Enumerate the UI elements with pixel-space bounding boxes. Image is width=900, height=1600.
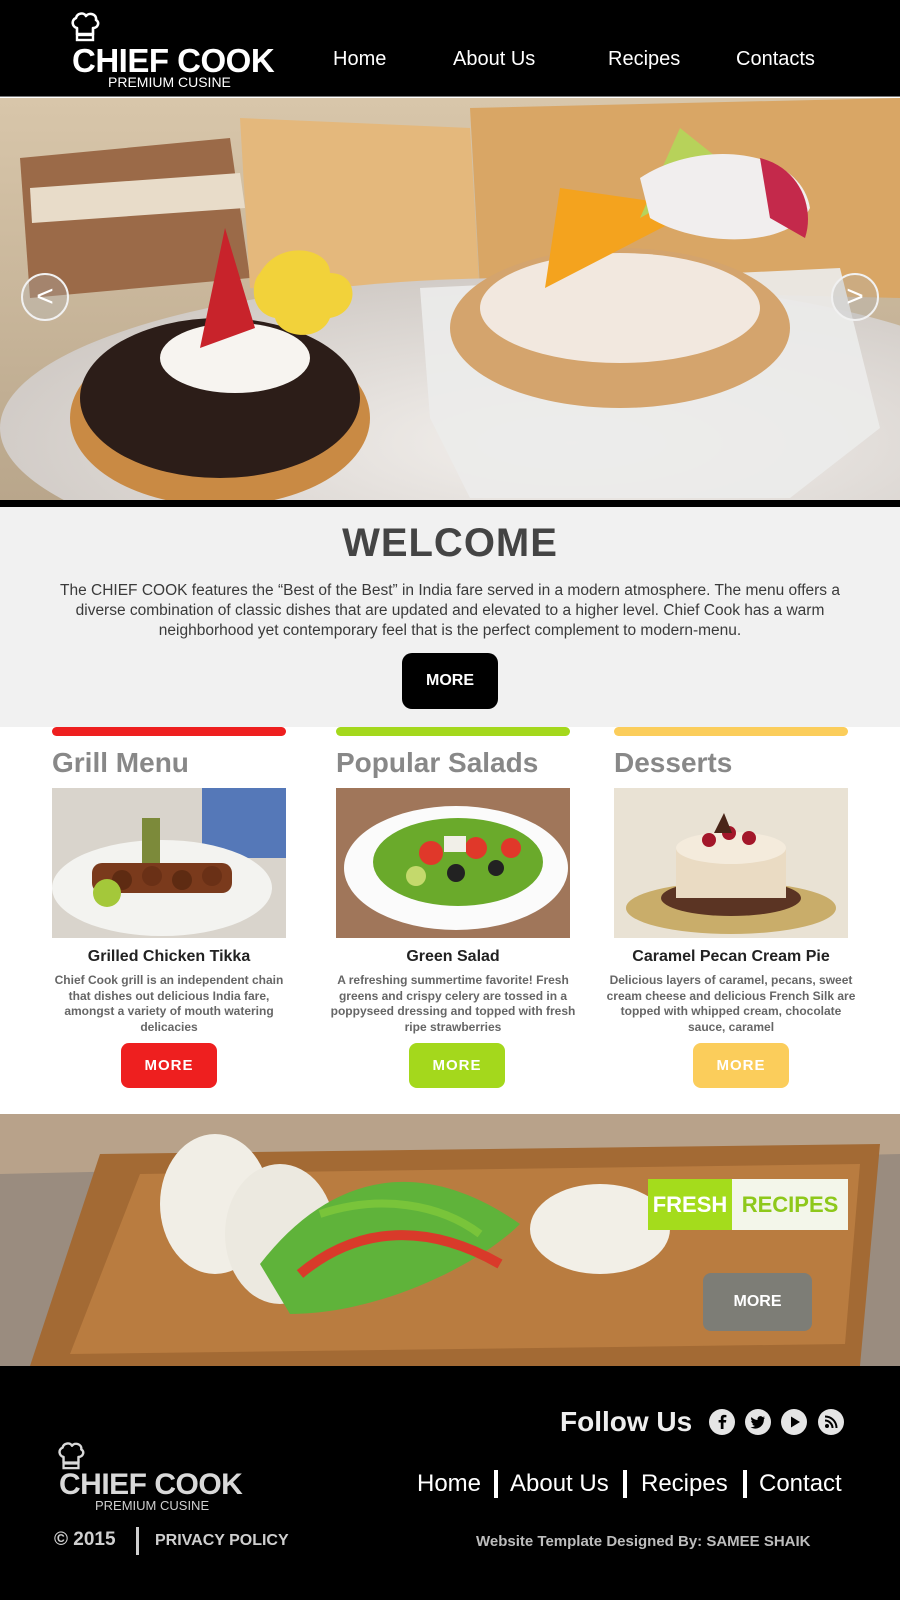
copyright-text: © 2015 xyxy=(54,1529,116,1550)
footer-logo[interactable]: CHIEF COOK PREMIUM CUSINE xyxy=(55,1440,275,1520)
welcome-title: WELCOME xyxy=(342,521,558,565)
nav-contacts[interactable]: Contacts xyxy=(736,48,815,71)
grill-menu-description: Chief Cook grill is an independent chain… xyxy=(54,973,284,1034)
desserts-heading: Desserts xyxy=(614,747,733,778)
popular-salads-accent-bar xyxy=(336,727,570,736)
grill-menu-photo[interactable] xyxy=(52,788,286,938)
fresh-word: FRESH xyxy=(648,1179,732,1230)
grill-menu-more-button[interactable]: MORE xyxy=(121,1043,217,1088)
popular-salads-photo[interactable] xyxy=(336,788,570,938)
desserts-item-title: Caramel Pecan Cream Pie xyxy=(632,948,830,965)
desserts-accent-bar xyxy=(614,727,848,736)
grill-menu-accent-bar xyxy=(52,727,286,736)
hero-pastries-illustration xyxy=(0,98,900,500)
youtube-icon[interactable] xyxy=(781,1409,807,1435)
popular-salads-heading: Popular Salads xyxy=(336,747,539,778)
nav-home[interactable]: Home xyxy=(333,48,386,71)
desserts-more-button[interactable]: MORE xyxy=(693,1043,789,1088)
popular-salads-more-button[interactable]: MORE xyxy=(409,1043,505,1088)
popular-salads-item-title: Green Salad xyxy=(406,948,500,965)
privacy-policy-link[interactable]: PRIVACY POLICY xyxy=(155,1532,289,1550)
popular-salads-card: Popular Salads Green Salad A refreshing … xyxy=(331,727,575,1088)
popular-salads-description: A refreshing summertime favorite! Fresh … xyxy=(330,973,576,1034)
fresh-recipes-more-button[interactable]: MORE xyxy=(703,1273,812,1331)
grill-menu-card: Grill Menu Grilled Chicken Tikka Chief C… xyxy=(52,727,286,1088)
recipes-word: RECIPES xyxy=(732,1179,848,1230)
desserts-card: Desserts Caramel Pecan Cream Pie Delicio… xyxy=(607,727,855,1088)
hero-slider-image xyxy=(0,98,900,500)
footer-brand-name: CHIEF COOK xyxy=(59,1468,243,1501)
footer-link-contact[interactable]: Contact xyxy=(759,1470,842,1498)
welcome-more-button[interactable]: MORE xyxy=(402,653,498,709)
footer-link-separator xyxy=(743,1470,747,1498)
fresh-recipes-label: FRESH RECIPES xyxy=(648,1179,848,1230)
desserts-description: Delicious layers of caramel, pecans, swe… xyxy=(606,973,856,1034)
twitter-icon[interactable] xyxy=(745,1409,771,1435)
nav-recipes[interactable]: Recipes xyxy=(608,48,680,71)
facebook-icon[interactable] xyxy=(709,1409,735,1435)
logo-tagline: PREMIUM CUSINE xyxy=(108,74,231,90)
nav-about-us[interactable]: About Us xyxy=(453,48,535,71)
rss-icon[interactable] xyxy=(818,1409,844,1435)
footer-link-about-us[interactable]: About Us xyxy=(510,1470,609,1498)
grill-menu-heading: Grill Menu xyxy=(52,747,189,778)
copyright-separator xyxy=(136,1527,139,1555)
slider-prev-button[interactable]: < xyxy=(21,273,69,321)
designer-credit: Website Template Designed By: SAMEE SHAI… xyxy=(476,1533,811,1550)
site-header: CHIEF COOK PREMIUM CUSINE Home About Us … xyxy=(0,0,900,97)
hero-divider xyxy=(0,500,900,507)
follow-us-label: Follow Us xyxy=(560,1406,693,1437)
chef-hat-icon xyxy=(71,12,100,42)
site-logo[interactable]: CHIEF COOK PREMIUM CUSINE xyxy=(70,10,280,90)
footer-tagline: PREMIUM CUSINE xyxy=(95,1498,210,1513)
footer-link-separator xyxy=(494,1470,498,1498)
slider-next-button[interactable]: > xyxy=(831,273,879,321)
footer-link-recipes[interactable]: Recipes xyxy=(641,1470,728,1498)
grill-menu-item-title: Grilled Chicken Tikka xyxy=(87,948,251,965)
footer-link-separator xyxy=(623,1470,627,1498)
footer-link-home[interactable]: Home xyxy=(417,1470,481,1498)
welcome-text: The CHIEF COOK features the “Best of the… xyxy=(60,582,840,639)
desserts-photo[interactable] xyxy=(614,788,848,938)
welcome-section: WELCOME The CHIEF COOK features the “Bes… xyxy=(0,507,900,727)
chef-hat-icon xyxy=(58,1442,85,1470)
